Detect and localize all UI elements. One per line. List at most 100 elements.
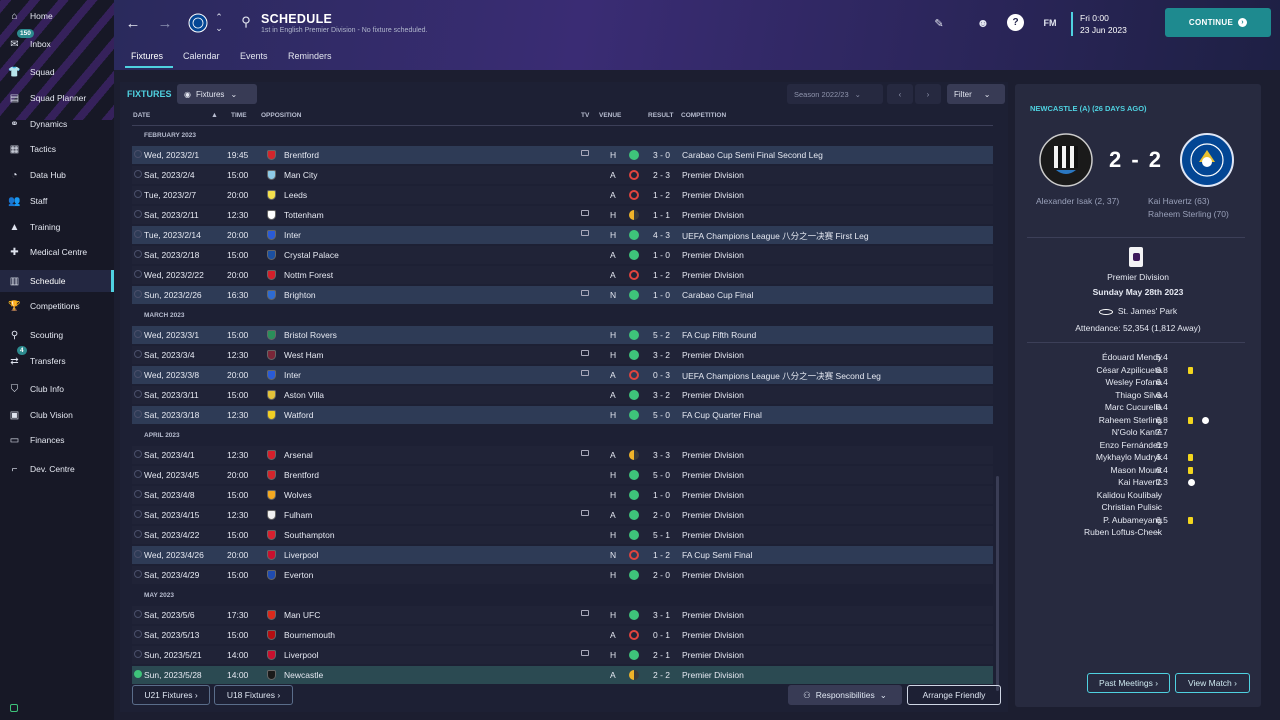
- edit-pencil-icon[interactable]: ✎: [931, 15, 947, 31]
- status-icon[interactable]: [10, 704, 18, 712]
- sidebar-item-scouting[interactable]: ⚲ Scouting: [0, 324, 114, 346]
- fixture-opposition[interactable]: Bristol Rovers: [284, 330, 337, 340]
- fixture-opposition[interactable]: Man UFC: [284, 610, 320, 620]
- fixture-score[interactable]: 5 - 0: [653, 410, 670, 420]
- fixture-row[interactable]: Sat, 2023/2/4 15:00 Man City A 2 - 3 Premier …: [132, 166, 993, 184]
- fixture-competition[interactable]: Carabao Cup Semi Final Second Leg: [682, 150, 823, 160]
- player-rating-row[interactable]: Mykhaylo Mudryk 6.4: [1015, 452, 1261, 464]
- fixture-score[interactable]: 5 - 2: [653, 330, 670, 340]
- fixture-opposition[interactable]: Tottenham: [284, 210, 324, 220]
- responsibilities-button[interactable]: ⚇ Responsibilities ⌄: [788, 685, 902, 705]
- fixture-row[interactable]: Tue, 2023/2/14 20:00 Inter H 4 - 3 UEFA Champ…: [132, 226, 993, 244]
- fixture-score[interactable]: 2 - 0: [653, 510, 670, 520]
- fixture-row[interactable]: Sat, 2023/4/1 12:30 Arsenal A 3 - 3 Premier D…: [132, 446, 993, 464]
- fixture-opposition[interactable]: Arsenal: [284, 450, 313, 460]
- player-rating-row[interactable]: Kalidou Koulibaly -: [1015, 490, 1261, 502]
- fixture-competition[interactable]: Premier Division: [682, 570, 744, 580]
- col-venue[interactable]: VENUE: [599, 112, 621, 119]
- fixture-competition[interactable]: Premier Division: [682, 610, 744, 620]
- fixture-score[interactable]: 5 - 0: [653, 470, 670, 480]
- select-checkbox[interactable]: [134, 650, 142, 658]
- select-checkbox[interactable]: [134, 610, 142, 618]
- fixture-competition[interactable]: UEFA Champions League 八分之一决赛 Second Leg: [682, 370, 881, 382]
- tab-events[interactable]: Events: [240, 51, 268, 61]
- prev-season-button[interactable]: ‹: [887, 84, 913, 104]
- fixtures-view-dropdown[interactable]: ◉ Fixtures ⌄: [177, 84, 257, 104]
- fixture-row[interactable]: Sun, 2023/2/26 16:30 Brighton N 1 - 0 Carabao…: [132, 286, 993, 304]
- player-rating-row[interactable]: César Azpilicueta 6.8: [1015, 365, 1261, 377]
- fixture-row[interactable]: Wed, 2023/2/1 19:45 Brentford H 3 - 0 Carabao…: [132, 146, 993, 164]
- player-rating-row[interactable]: Christian Pulisic -: [1015, 502, 1261, 514]
- fixture-row[interactable]: Wed, 2023/2/22 20:00 Nottm Forest A 1 - 2 Pre…: [132, 266, 993, 284]
- tab-calendar[interactable]: Calendar: [183, 51, 220, 61]
- select-checkbox[interactable]: [134, 350, 142, 358]
- fixture-row[interactable]: Sat, 2023/4/8 15:00 Wolves H 1 - 0 Premier Di…: [132, 486, 993, 504]
- fixture-score[interactable]: 4 - 3: [653, 230, 670, 240]
- fixture-row[interactable]: Tue, 2023/2/7 20:00 Leeds A 1 - 2 Premier Div…: [132, 186, 993, 204]
- fixture-row[interactable]: Wed, 2023/4/5 20:00 Brentford H 5 - 0 Premier…: [132, 466, 993, 484]
- col-opposition[interactable]: OPPOSITION: [261, 112, 301, 119]
- sidebar-item-club-info[interactable]: ⛉ Club Info: [0, 378, 114, 400]
- club-switch-chevron-icon[interactable]: ⌃ ⌄: [213, 12, 225, 34]
- fixture-score[interactable]: 1 - 2: [653, 270, 670, 280]
- fixture-row[interactable]: Wed, 2023/4/26 20:00 Liverpool N 1 - 2 FA Cup…: [132, 546, 993, 564]
- club-crest[interactable]: [186, 11, 210, 35]
- fixture-row[interactable]: Sat, 2023/4/29 15:00 Everton H 2 - 0 Premier …: [132, 566, 993, 584]
- sidebar-item-dynamics[interactable]: ⚭ Dynamics: [0, 113, 114, 135]
- arrange-friendly-button[interactable]: Arrange Friendly: [907, 685, 1001, 705]
- fixture-competition[interactable]: Premier Division: [682, 630, 744, 640]
- fixture-opposition[interactable]: Inter: [284, 370, 301, 380]
- fixture-opposition[interactable]: Liverpool: [284, 650, 319, 660]
- player-rating-row[interactable]: Kai Havertz 7.3: [1015, 477, 1261, 489]
- player-rating-row[interactable]: N'Golo Kanté 7.7: [1015, 427, 1261, 439]
- player-rating-row[interactable]: Mason Mount 6.4: [1015, 465, 1261, 477]
- select-checkbox[interactable]: [134, 290, 142, 298]
- player-rating-row[interactable]: Thiago Silva 6.4: [1015, 390, 1261, 402]
- select-checkbox[interactable]: [134, 150, 142, 158]
- help-icon[interactable]: ?: [1007, 14, 1024, 31]
- fixture-opposition[interactable]: Brighton: [284, 290, 316, 300]
- fixture-row[interactable]: Sun, 2023/5/21 14:00 Liverpool H 2 - 1 Premie…: [132, 646, 993, 664]
- fixture-score[interactable]: 3 - 3: [653, 450, 670, 460]
- fixture-score[interactable]: 3 - 2: [653, 350, 670, 360]
- fixture-score[interactable]: 3 - 1: [653, 610, 670, 620]
- fixture-score[interactable]: 1 - 2: [653, 550, 670, 560]
- fixture-competition[interactable]: Premier Division: [682, 650, 744, 660]
- fixture-opposition[interactable]: Newcastle: [284, 670, 323, 680]
- sidebar-item-medical-centre[interactable]: ✚ Medical Centre: [0, 241, 114, 263]
- sidebar-item-staff[interactable]: 👥 Staff: [0, 190, 114, 212]
- fixture-score[interactable]: 1 - 0: [653, 250, 670, 260]
- fixture-competition[interactable]: Premier Division: [682, 510, 744, 520]
- player-rating-row[interactable]: P. Aubameyang 6.5: [1015, 515, 1261, 527]
- fixture-opposition[interactable]: Wolves: [284, 490, 312, 500]
- fixture-score[interactable]: 1 - 1: [653, 210, 670, 220]
- fixture-competition[interactable]: Premier Division: [682, 530, 744, 540]
- fixture-row[interactable]: Sat, 2023/3/11 15:00 Aston Villa A 3 - 2 Prem…: [132, 386, 993, 404]
- fixture-competition[interactable]: FA Cup Quarter Final: [682, 410, 762, 420]
- fixture-competition[interactable]: Premier Division: [682, 210, 744, 220]
- fixture-row[interactable]: Wed, 2023/3/8 20:00 Inter A 0 - 3 UEFA Champi…: [132, 366, 993, 384]
- fixture-competition[interactable]: Premier Division: [682, 170, 744, 180]
- u21-fixtures-button[interactable]: U21 Fixtures ›: [132, 685, 210, 705]
- fixture-competition[interactable]: Premier Division: [682, 470, 744, 480]
- fixture-opposition[interactable]: Fulham: [284, 510, 312, 520]
- fixture-row[interactable]: Sat, 2023/2/18 15:00 Crystal Palace A 1 - 0 P…: [132, 246, 993, 264]
- select-checkbox[interactable]: [134, 450, 142, 458]
- fixture-score[interactable]: 1 - 0: [653, 490, 670, 500]
- fixture-opposition[interactable]: Brentford: [284, 470, 319, 480]
- select-checkbox[interactable]: [134, 630, 142, 638]
- fixture-opposition[interactable]: Aston Villa: [284, 390, 324, 400]
- col-time[interactable]: TIME: [231, 112, 247, 119]
- sidebar-item-training[interactable]: ▲ Training: [0, 216, 114, 238]
- fixture-opposition[interactable]: Crystal Palace: [284, 250, 339, 260]
- select-checkbox[interactable]: [134, 370, 142, 378]
- sidebar-item-data-hub[interactable]: ◔ Data Hub: [0, 164, 114, 186]
- select-checkbox[interactable]: [134, 530, 142, 538]
- player-rating-row[interactable]: Raheem Sterling 6.8: [1015, 415, 1261, 427]
- fixture-row[interactable]: Sat, 2023/5/13 15:00 Bournemouth A 0 - 1 Prem…: [132, 626, 993, 644]
- scrollbar[interactable]: [996, 476, 999, 691]
- select-checkbox[interactable]: [134, 390, 142, 398]
- view-match-button[interactable]: View Match ›: [1175, 673, 1250, 693]
- fixture-row[interactable]: Sat, 2023/3/18 12:30 Watford H 5 - 0 FA Cup Q…: [132, 406, 993, 424]
- u18-fixtures-button[interactable]: U18 Fixtures ›: [214, 685, 293, 705]
